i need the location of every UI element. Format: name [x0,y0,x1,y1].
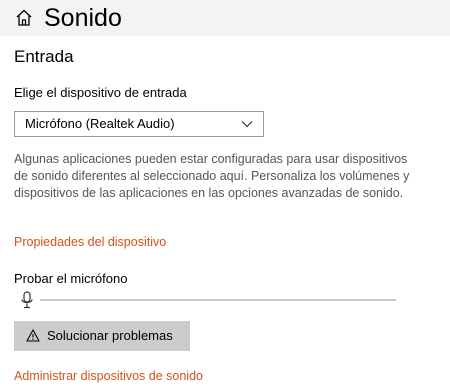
device-properties-link[interactable]: Propiedades del dispositivo [14,233,166,251]
input-device-dropdown[interactable]: Micrófono (Realtek Audio) [14,111,264,137]
microphone-icon [21,291,33,309]
troubleshoot-button-label: Solucionar problemas [47,328,173,343]
page-title: Sonido [44,4,122,32]
mic-test-label: Probar el micrófono [14,271,128,286]
input-device-label: Elige el dispositivo de entrada [14,85,187,100]
description-text: Algunas aplicaciones pueden estar config… [14,152,410,200]
chevron-down-icon [241,121,253,128]
troubleshoot-button[interactable]: Solucionar problemas [14,321,190,351]
mic-level-meter [40,299,396,301]
warning-icon [26,329,40,342]
input-device-selected-value: Micrófono (Realtek Audio) [25,116,175,131]
home-icon[interactable] [14,8,34,28]
page-header: Sonido [0,0,450,36]
manage-sound-devices-link[interactable]: Administrar dispositivos de sonido [14,367,203,385]
section-title: Entrada [14,47,74,66]
